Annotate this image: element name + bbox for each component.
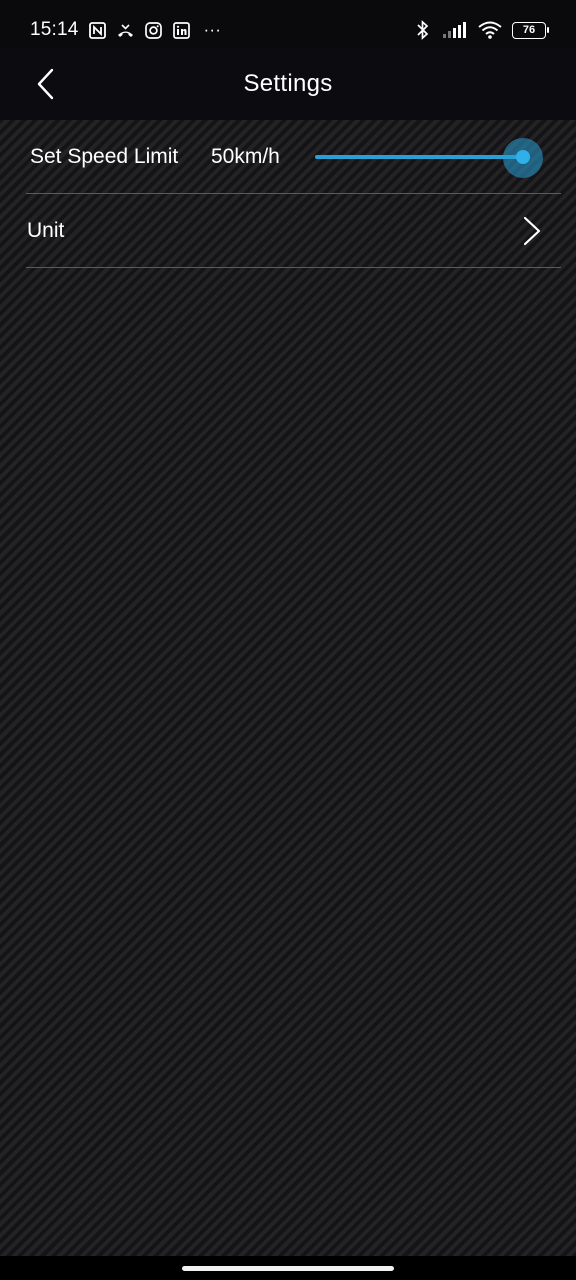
slider-thumb[interactable] (516, 150, 530, 164)
settings-screen: 15:14 ··· 76 Settings Set Speed Limit 50… (0, 0, 576, 1280)
speed-limit-row: Set Speed Limit 50km/h (0, 120, 576, 194)
more-notifications: ··· (203, 20, 222, 39)
linkedin-icon (172, 21, 191, 40)
slider-track (315, 155, 523, 159)
battery-icon: 76 (512, 21, 549, 39)
unit-row[interactable]: Unit (0, 194, 576, 267)
unit-label: Unit (27, 219, 65, 242)
status-right: 76 (413, 20, 549, 40)
bluetooth-icon (413, 20, 432, 40)
page-title: Settings (243, 70, 333, 97)
home-indicator[interactable] (182, 1266, 394, 1271)
status-time: 15:14 (30, 19, 79, 40)
speed-limit-label: Set Speed Limit (30, 145, 179, 168)
battery-level: 76 (522, 24, 536, 36)
wifi-icon (478, 21, 502, 40)
chevron-right-icon (523, 216, 541, 246)
missed-call-icon (116, 21, 135, 40)
speed-limit-value: 50km/h (211, 145, 280, 168)
chevron-left-icon (37, 68, 54, 100)
speed-limit-slider[interactable] (315, 138, 547, 178)
signal-icon (442, 21, 468, 40)
nfc-icon (88, 21, 107, 40)
app-header: Settings (0, 48, 576, 120)
status-left: 15:14 ··· (30, 19, 221, 41)
divider (26, 267, 561, 268)
back-button[interactable] (28, 66, 64, 102)
system-nav-bar (0, 1256, 576, 1280)
instagram-icon (144, 21, 163, 40)
